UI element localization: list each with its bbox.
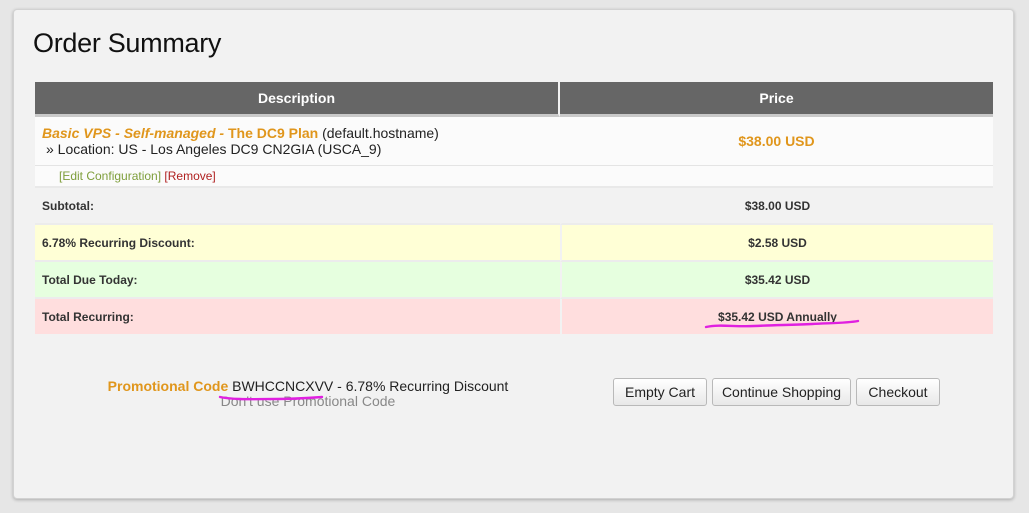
total-recurring-row: Total Recurring: $35.42 USD Annually — [35, 299, 993, 334]
discount-value: $2.58 USD — [560, 225, 993, 262]
remove-promo-code-link[interactable]: Don't use Promotional Code — [98, 393, 518, 409]
column-header-price: Price — [560, 82, 993, 117]
total-due-today-label: Total Due Today: — [35, 262, 560, 299]
page-title: Order Summary — [33, 28, 222, 58]
product-description: Basic VPS - Self-managed - The DC9 Plan … — [35, 117, 560, 166]
product-price: $38.00 USD — [560, 117, 993, 166]
promo-code-value: BWHCCNCXVV — [232, 378, 334, 394]
table-header-row: Description Price — [35, 82, 993, 117]
empty-cart-button[interactable]: Empty Cart — [613, 378, 707, 406]
product-group: The DC9 Plan — [227, 124, 319, 141]
continue-shopping-button[interactable]: Continue Shopping — [712, 378, 851, 406]
remove-product-link[interactable]: [Remove] — [164, 169, 215, 183]
order-summary-table: Description Price Basic VPS - Self-manag… — [35, 82, 993, 334]
total-due-today-value: $35.42 USD — [560, 262, 993, 299]
total-due-today-row: Total Due Today: $35.42 USD — [35, 262, 993, 299]
discount-label: 6.78% Recurring Discount: — [35, 225, 560, 262]
product-separator: - — [215, 124, 228, 141]
product-hostname: (default.hostname) — [322, 124, 439, 141]
product-title: Basic VPS - Self-managed - The DC9 Plan … — [42, 125, 553, 141]
total-recurring-value: $35.42 USD Annually — [560, 299, 993, 334]
product-location: » Location: US - Los Angeles DC9 CN2GIA … — [46, 140, 382, 157]
discount-row: 6.78% Recurring Discount: $2.58 USD — [35, 225, 993, 262]
subtotal-row: Subtotal: $38.00 USD — [35, 188, 993, 225]
promo-code-section: Promotional Code BWHCCNCXVV - 6.78% Recu… — [98, 378, 518, 409]
promo-code-description: - 6.78% Recurring Discount — [333, 378, 509, 394]
product-row: Basic VPS - Self-managed - The DC9 Plan … — [35, 117, 993, 166]
promo-code-label: Promotional Code — [107, 378, 229, 394]
product-actions: [Edit Configuration] [Remove] — [35, 166, 993, 188]
subtotal-label: Subtotal: — [35, 188, 560, 225]
product-actions-row: [Edit Configuration] [Remove] — [35, 166, 993, 188]
column-header-description: Description — [35, 82, 560, 117]
order-summary-panel: Order Summary Description Price Basic VP… — [13, 9, 1014, 499]
subtotal-value: $38.00 USD — [560, 188, 993, 225]
product-name: Basic VPS - Self-managed — [42, 124, 216, 141]
total-recurring-label: Total Recurring: — [35, 299, 560, 334]
edit-configuration-link[interactable]: [Edit Configuration] — [59, 169, 161, 183]
checkout-button[interactable]: Checkout — [856, 378, 940, 406]
